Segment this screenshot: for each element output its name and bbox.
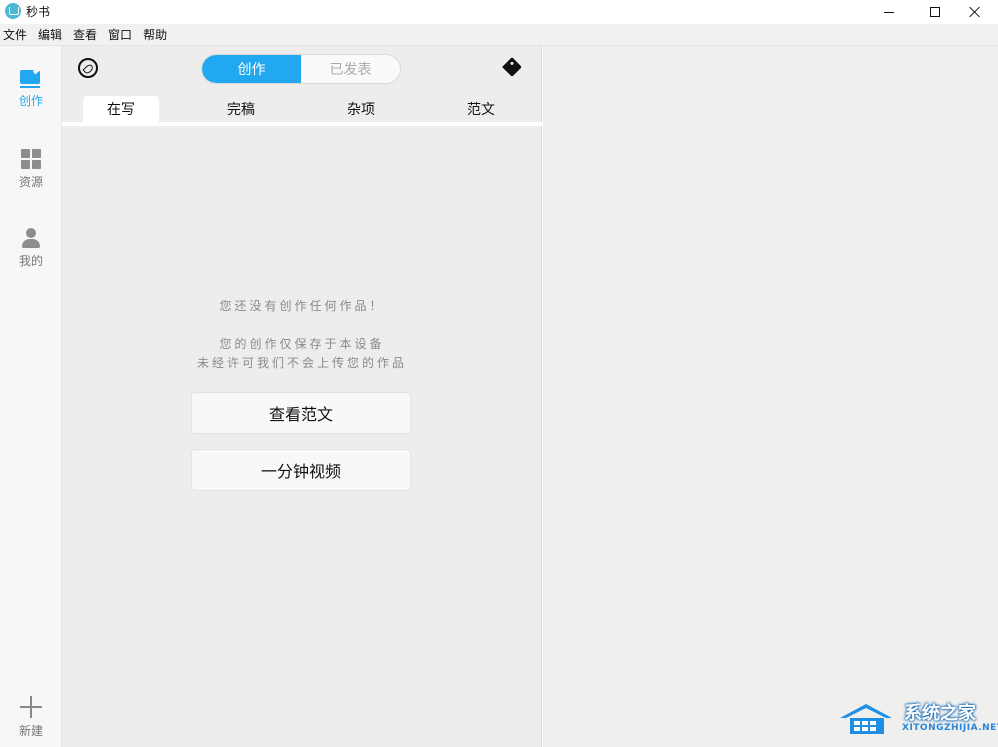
edit-icon: [20, 65, 43, 88]
title-bar: 秒书: [0, 0, 998, 24]
sidebar-item-resources[interactable]: 资源: [0, 149, 62, 190]
close-button[interactable]: [952, 0, 998, 24]
close-icon: [969, 6, 981, 18]
menu-window[interactable]: 窗口: [108, 26, 132, 43]
menu-edit[interactable]: 编辑: [38, 26, 62, 43]
tab-divider: [62, 122, 542, 126]
editor-area: [543, 46, 998, 747]
sidebar-item-label: 创作: [18, 94, 43, 108]
sidebar-item-mine[interactable]: 我的: [0, 228, 62, 269]
house-logo-icon: [840, 704, 892, 734]
empty-state-note: 您的创作仅保存于本设备: [219, 337, 385, 351]
tab-writing[interactable]: 在写: [83, 96, 159, 122]
menu-file[interactable]: 文件: [3, 26, 27, 43]
sidebar-item-label: 资源: [18, 175, 43, 189]
empty-state-title: 您还没有创作任何作品！: [219, 299, 385, 313]
tab-misc[interactable]: 杂项: [323, 96, 399, 122]
one-minute-video-button[interactable]: 一分钟视频: [191, 449, 411, 491]
new-button-label: 新建: [18, 724, 43, 738]
user-icon: [21, 228, 41, 248]
grid-icon: [21, 149, 41, 169]
watermark-title: 系统之家: [904, 703, 976, 724]
menu-view[interactable]: 查看: [73, 26, 97, 43]
sidebar: 创作 资源 我的 新建: [0, 46, 62, 747]
tab-samples[interactable]: 范文: [443, 96, 519, 122]
sidebar-item-label: 我的: [18, 254, 43, 268]
empty-state-note: 未经许可我们不会上传您的作品: [196, 356, 407, 370]
mode-toggle: 创作 已发表: [201, 54, 401, 84]
compass-icon[interactable]: [78, 58, 98, 78]
minimize-button[interactable]: [866, 0, 912, 24]
menu-bar: 文件 编辑 查看 窗口 帮助: [0, 24, 998, 46]
tag-icon[interactable]: [502, 57, 522, 77]
maximize-icon: [930, 7, 940, 17]
app-logo-icon: [5, 3, 21, 19]
mode-published-button[interactable]: 已发表: [301, 55, 400, 83]
sidebar-item-create[interactable]: 创作: [0, 65, 62, 109]
works-panel: 创作 已发表 在写 完稿 杂项 范文 您还没有创作任何作品！ 您的创作仅保存于本…: [62, 46, 542, 747]
watermark: 系统之家 XITONGZHIJIA.NET: [836, 696, 998, 747]
mode-create-button[interactable]: 创作: [202, 55, 301, 83]
minimize-icon: [884, 11, 894, 13]
new-button[interactable]: 新建: [0, 696, 62, 739]
app-title: 秒书: [26, 5, 51, 19]
work-tabs: 在写 完稿 杂项 范文: [62, 96, 542, 122]
plus-icon: [20, 696, 42, 718]
view-samples-button[interactable]: 查看范文: [191, 392, 411, 434]
tab-finished[interactable]: 完稿: [203, 96, 279, 122]
menu-help[interactable]: 帮助: [143, 26, 167, 43]
watermark-subtitle: XITONGZHIJIA.NET: [902, 723, 998, 733]
